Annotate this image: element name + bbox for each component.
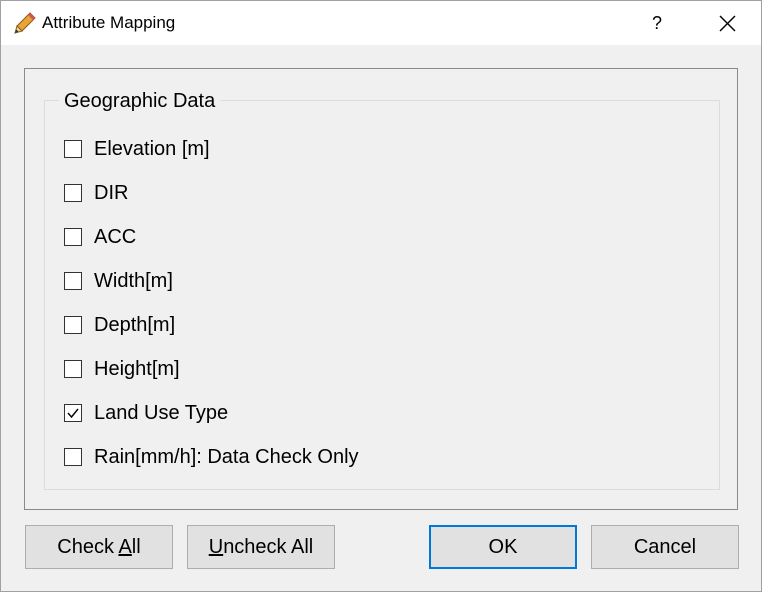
checkbox-elevation[interactable]: Elevation [m] [64,137,210,161]
checkbox-label: ACC [94,226,137,248]
checkbox-box[interactable] [64,228,82,246]
mnemonic-char: A [118,536,132,558]
checkbox-box[interactable] [64,404,82,422]
checkbox-label: Rain[mm/h]: Data Check Only [94,446,359,468]
ok-button[interactable]: OK [429,525,577,569]
button-text: Check [57,536,119,558]
checkbox-label: DIR [94,182,129,204]
checkbox-rain[interactable]: Rain[mm/h]: Data Check Only [64,445,359,469]
window-title: Attribute Mapping [42,13,176,32]
checkbox-label: Land Use Type [94,402,229,424]
checkbox-dir[interactable]: DIR [64,181,128,205]
checkbox-box[interactable] [64,448,82,466]
uncheck-all-button[interactable]: Uncheck All [187,525,335,569]
checkbox-depth[interactable]: Depth[m] [64,313,175,337]
checkbox-box[interactable] [64,184,82,202]
checkbox-width[interactable]: Width[m] [64,269,173,293]
button-text: ncheck All [223,536,314,558]
checkbox-label: Width[m] [94,270,173,292]
help-button[interactable]: ? [639,5,675,41]
title-bar[interactable]: Attribute Mapping ? [1,1,761,45]
checkbox-box[interactable] [64,360,82,378]
mnemonic-char: U [208,536,224,558]
checkbox-label: Height[m] [94,358,180,380]
checkbox-acc[interactable]: ACC [64,225,136,249]
groupbox-title: Geographic Data [59,89,221,113]
checkbox-box[interactable] [64,316,82,334]
checkbox-land-use-type[interactable]: Land Use Type [64,401,228,425]
cancel-button[interactable]: Cancel [591,525,739,569]
checkbox-height[interactable]: Height[m] [64,357,180,381]
checkbox-box[interactable] [64,140,82,158]
checkmark-icon [67,408,79,419]
checkbox-label: Depth[m] [94,314,176,336]
button-text: ll [131,536,141,558]
close-button[interactable] [707,5,747,41]
attribute-mapping-dialog: Attribute Mapping ? Geographic Data Elev… [0,0,762,592]
check-all-button[interactable]: Check All [25,525,173,569]
close-icon [719,15,736,32]
checkbox-label: Elevation [m] [94,138,210,160]
pencil-icon [13,11,37,35]
checkbox-box[interactable] [64,272,82,290]
